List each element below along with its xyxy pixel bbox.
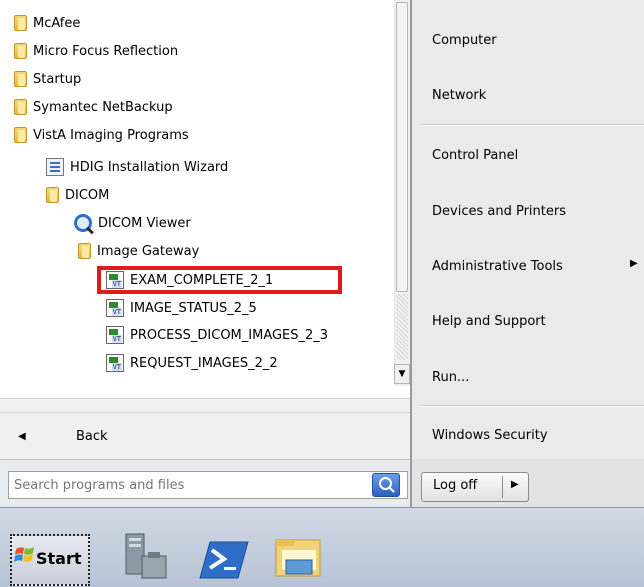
explorer-icon[interactable]	[270, 530, 328, 586]
program-folder-mcafee[interactable]: McAfee	[14, 12, 80, 34]
program-label: DICOM Viewer	[98, 215, 191, 231]
folder-icon	[14, 15, 27, 31]
back-label: Back	[76, 428, 108, 444]
powershell-icon[interactable]	[196, 530, 254, 586]
menu-item-label: Network	[432, 87, 487, 103]
menu-item-label: Administrative Tools	[432, 258, 563, 274]
program-folder-vista-imaging[interactable]: VistA Imaging Programs	[14, 124, 189, 146]
program-label: PROCESS_DICOM_IMAGES_2_3	[130, 327, 329, 343]
logoff-label: Log off	[433, 478, 478, 493]
folder-icon	[14, 43, 27, 59]
search-icon[interactable]	[372, 473, 400, 497]
program-label: Micro Focus Reflection	[33, 43, 179, 59]
menu-item-help-support[interactable]: Help and Support	[432, 309, 546, 333]
right-menu-pane	[410, 0, 644, 459]
program-label: HDIG Installation Wizard	[70, 159, 229, 175]
folder-icon	[14, 99, 27, 115]
folder-icon	[46, 187, 59, 203]
magnifier-icon	[74, 214, 92, 232]
scroll-down-button[interactable]: ▼	[394, 364, 410, 384]
menu-item-run[interactable]: Run...	[432, 365, 469, 389]
menu-item-network[interactable]: Network	[432, 83, 486, 107]
menu-item-label: Devices and Printers	[432, 203, 566, 219]
menu-item-label: Computer	[432, 32, 497, 48]
menu-item-label: Run...	[432, 369, 470, 385]
folder-icon	[14, 71, 27, 87]
program-label: VistA Imaging Programs	[33, 127, 189, 143]
program-label: McAfee	[33, 15, 81, 31]
menu-item-control-panel[interactable]: Control Panel	[432, 143, 518, 167]
program-dicom-viewer[interactable]: DICOM Viewer	[74, 212, 191, 234]
menu-item-computer[interactable]: Computer	[432, 28, 497, 52]
program-label: Symantec NetBackup	[33, 99, 173, 115]
menu-item-windows-security[interactable]: Windows Security	[432, 423, 548, 447]
logoff-divider	[502, 476, 503, 498]
program-hdig-wizard[interactable]: HDIG Installation Wizard	[46, 156, 228, 178]
program-process-dicom-images[interactable]: PROCESS_DICOM_IMAGES_2_3	[106, 324, 328, 346]
scrollbar-track[interactable]	[396, 294, 408, 360]
program-folder-symantec[interactable]: Symantec NetBackup	[14, 96, 173, 118]
scrollbar-thumb[interactable]	[396, 2, 408, 292]
folder-icon	[78, 243, 91, 259]
folder-icon	[14, 127, 27, 143]
program-label: REQUEST_IMAGES_2_2	[130, 355, 278, 371]
menu-separator	[420, 124, 644, 126]
script-icon	[106, 354, 124, 372]
menu-item-label: Control Panel	[432, 147, 519, 163]
wizard-icon	[46, 158, 64, 176]
programs-pane: McAfee Micro Focus Reflection Startup Sy…	[0, 0, 410, 398]
program-folder-image-gateway[interactable]: Image Gateway	[78, 240, 199, 262]
arrow-left-icon: ◀	[18, 430, 26, 442]
programs-separator	[0, 398, 410, 413]
start-label: Start	[36, 549, 82, 568]
program-folder-startup[interactable]: Startup	[14, 68, 81, 90]
submenu-arrow-icon: ▶	[630, 258, 638, 269]
script-icon	[106, 326, 124, 344]
menu-separator	[420, 405, 644, 407]
program-label: IMAGE_STATUS_2_5	[130, 300, 257, 316]
server-manager-icon[interactable]	[118, 530, 176, 586]
arrow-down-icon: ▼	[398, 369, 406, 379]
back-button[interactable]: ◀ Back	[0, 412, 410, 459]
menu-item-label: Help and Support	[432, 313, 546, 329]
script-icon	[106, 299, 124, 317]
menu-item-label: Windows Security	[432, 427, 548, 443]
windows-logo-icon	[14, 547, 34, 562]
program-folder-dicom[interactable]: DICOM	[46, 184, 109, 206]
program-image-status[interactable]: IMAGE_STATUS_2_5	[106, 297, 257, 319]
program-label: Startup	[33, 71, 82, 87]
menu-item-devices-printers[interactable]: Devices and Printers	[432, 199, 566, 223]
program-label: Image Gateway	[97, 243, 200, 259]
highlight-annotation	[97, 266, 342, 294]
program-label: DICOM	[65, 187, 110, 203]
logoff-options-arrow-icon[interactable]: ▶	[511, 479, 519, 490]
program-folder-micro-focus[interactable]: Micro Focus Reflection	[14, 40, 178, 62]
search-input[interactable]	[14, 474, 364, 496]
program-request-images[interactable]: REQUEST_IMAGES_2_2	[106, 352, 278, 374]
menu-item-administrative-tools[interactable]: Administrative Tools	[432, 254, 563, 278]
